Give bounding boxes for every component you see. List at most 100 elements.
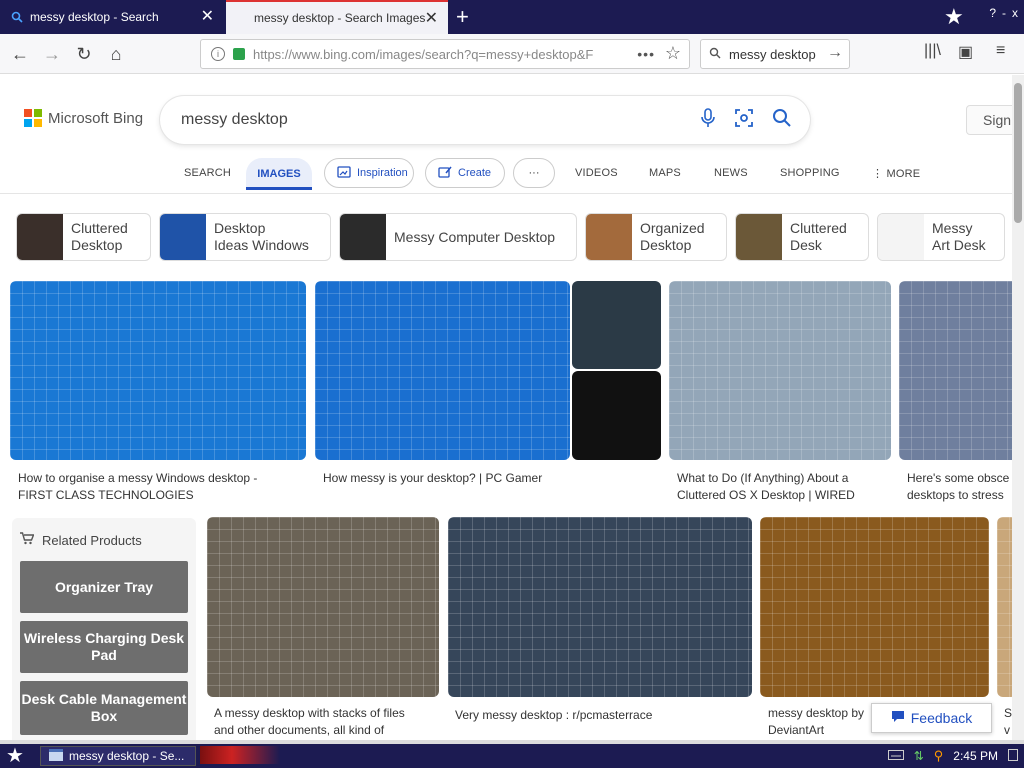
browser-search-box[interactable]: messy desktop → <box>700 39 850 69</box>
result-caption[interactable]: Here's some obsce desktops to stress <box>907 470 1012 504</box>
related-product-organizer-tray[interactable]: Organizer Tray <box>20 561 188 613</box>
network-icon[interactable]: ⇅ <box>914 749 924 763</box>
chip-thumbnail <box>878 214 924 260</box>
microphone-icon[interactable] <box>700 108 716 133</box>
feedback-button[interactable]: Feedback <box>871 703 992 733</box>
back-arrow-icon[interactable]: ← <box>8 42 32 66</box>
scope-news[interactable]: NEWS <box>714 167 748 179</box>
scrollbar-thumb[interactable] <box>1014 83 1022 223</box>
browser-window-icon <box>49 748 63 764</box>
result-caption[interactable]: How to organise a messy Windows desktop … <box>18 470 308 504</box>
home-icon[interactable]: ⌂ <box>104 42 128 66</box>
search-icon[interactable] <box>772 108 792 133</box>
tab-close-icon[interactable]: ✕ <box>425 11 438 27</box>
scope-more-label: MORE <box>886 168 921 180</box>
window-controls: ? - x <box>989 6 1018 20</box>
chip-thumbnail <box>160 214 206 260</box>
create-button[interactable]: Create <box>425 158 505 188</box>
scope-images[interactable]: IMAGES <box>246 158 312 190</box>
more-options-button[interactable]: ··· <box>513 158 555 188</box>
search-favicon-icon <box>10 10 24 24</box>
scope-maps[interactable]: MAPS <box>649 167 681 179</box>
shopping-cart-icon <box>20 532 35 548</box>
chip-messy-art-desk[interactable]: Messy Art Desk <box>877 213 1005 261</box>
result-caption[interactable]: Sv <box>1004 705 1012 739</box>
menu-icon[interactable]: ≡ <box>996 42 1005 60</box>
nav-bar: ← → ↻ ⌂ i https://www.bing.com/images/se… <box>0 34 1024 74</box>
go-arrow-icon[interactable]: → <box>827 44 843 62</box>
feedback-label: Feedback <box>910 710 973 726</box>
visual-search-icon[interactable] <box>734 108 754 133</box>
result-caption[interactable]: How messy is your desktop? | PC Gamer <box>323 470 653 487</box>
result-image[interactable] <box>572 371 661 460</box>
chip-thumbnail <box>586 214 632 260</box>
chip-cluttered-desktop[interactable]: Cluttered Desktop <box>16 213 151 261</box>
sidebar-icon[interactable]: ▣ <box>958 42 973 62</box>
related-products-title: Related Products <box>20 532 142 548</box>
info-icon[interactable]: i <box>211 47 225 61</box>
url-bar[interactable]: i https://www.bing.com/images/search?q=m… <box>200 39 690 69</box>
result-image[interactable] <box>669 281 891 460</box>
search-tray-icon[interactable]: ⚲ <box>934 748 944 764</box>
scope-videos[interactable]: VIDEOS <box>575 167 618 179</box>
inspiration-icon <box>337 165 351 182</box>
taskbar-item-label: messy desktop - Se... <box>69 749 185 763</box>
chip-thumbnail <box>17 214 63 260</box>
scope-more[interactable]: ⋮ MORE <box>872 167 920 180</box>
url-text[interactable]: https://www.bing.com/images/search?q=mes… <box>253 47 623 62</box>
related-products-panel: Related Products Organizer Tray Wireless… <box>12 518 196 740</box>
new-tab-button[interactable]: + <box>456 6 469 28</box>
start-star-icon[interactable]: ★ <box>6 745 24 767</box>
tab-search[interactable]: messy desktop - Search ✕ <box>0 0 224 34</box>
logo-text: Microsoft Bing <box>48 109 144 127</box>
result-caption[interactable]: A messy desktop with stacks of files and … <box>214 705 440 739</box>
bing-logo[interactable]: Microsoft Bing <box>24 109 143 127</box>
related-product-wireless-charging-desk-pad[interactable]: Wireless Charging Desk Pad <box>20 621 188 673</box>
tab-close-icon[interactable]: ✕ <box>201 9 214 25</box>
sign-in-button[interactable]: Sign <box>966 105 1012 135</box>
chip-label: Desktop Ideas Windows <box>214 220 309 253</box>
result-image[interactable] <box>899 281 1012 460</box>
page-actions-icon[interactable]: ••• <box>637 46 655 62</box>
scope-search[interactable]: SEARCH <box>184 167 231 179</box>
related-product-desk-cable-management-box[interactable]: Desk Cable Management Box <box>20 681 188 735</box>
result-image[interactable] <box>207 517 439 697</box>
search-query[interactable]: messy desktop <box>181 111 288 129</box>
chip-cluttered-desk[interactable]: Cluttered Desk <box>735 213 869 261</box>
window-control-1[interactable]: ? <box>989 6 996 20</box>
tab-title: messy desktop - Search <box>30 10 159 24</box>
inspiration-button[interactable]: Inspiration <box>324 158 414 188</box>
scope-shopping[interactable]: SHOPPING <box>780 167 840 179</box>
result-image[interactable] <box>572 281 661 369</box>
window-control-2[interactable]: - <box>1002 6 1006 20</box>
result-caption[interactable]: messy desktop by DeviantArt <box>768 705 868 739</box>
chip-label: Messy Art Desk <box>932 220 986 253</box>
bookmark-star-icon[interactable]: ☆ <box>665 43 681 64</box>
chip-label: Organized Desktop <box>640 220 705 253</box>
main-search-box[interactable]: messy desktop <box>160 96 810 144</box>
result-caption[interactable]: What to Do (If Anything) About a Cluttere… <box>677 470 891 504</box>
taskbar-window-item[interactable]: messy desktop - Se... <box>40 746 196 766</box>
keyboard-icon[interactable] <box>887 749 904 763</box>
reload-icon[interactable]: ↻ <box>72 42 96 66</box>
result-image[interactable] <box>315 281 570 460</box>
window-control-3[interactable]: x <box>1012 6 1018 20</box>
result-caption[interactable]: Very messy desktop : r/pcmasterrace <box>455 707 745 724</box>
result-image[interactable] <box>448 517 752 697</box>
more-dots-icon: ⋮ <box>872 168 887 180</box>
chip-thumbnail <box>736 214 782 260</box>
result-image[interactable] <box>997 517 1012 697</box>
forward-arrow-icon[interactable]: → <box>40 42 64 66</box>
library-icon[interactable]: |||\ <box>924 42 941 60</box>
desktop-icon[interactable] <box>1008 748 1018 764</box>
chip-organized-desktop[interactable]: Organized Desktop <box>585 213 727 261</box>
inspiration-label: Inspiration <box>357 167 408 179</box>
result-image[interactable] <box>10 281 306 460</box>
clock[interactable]: 2:45 PM <box>953 749 998 763</box>
tab-search-images[interactable]: messy desktop - Search Images ✕ <box>226 0 448 34</box>
result-image[interactable] <box>760 517 989 697</box>
chip-desktop-ideas-windows[interactable]: Desktop Ideas Windows <box>159 213 331 261</box>
browser-search-value[interactable]: messy desktop <box>729 47 816 62</box>
chip-messy-computer-desktop[interactable]: Messy Computer Desktop <box>339 213 577 261</box>
vertical-scrollbar[interactable] <box>1012 75 1024 740</box>
